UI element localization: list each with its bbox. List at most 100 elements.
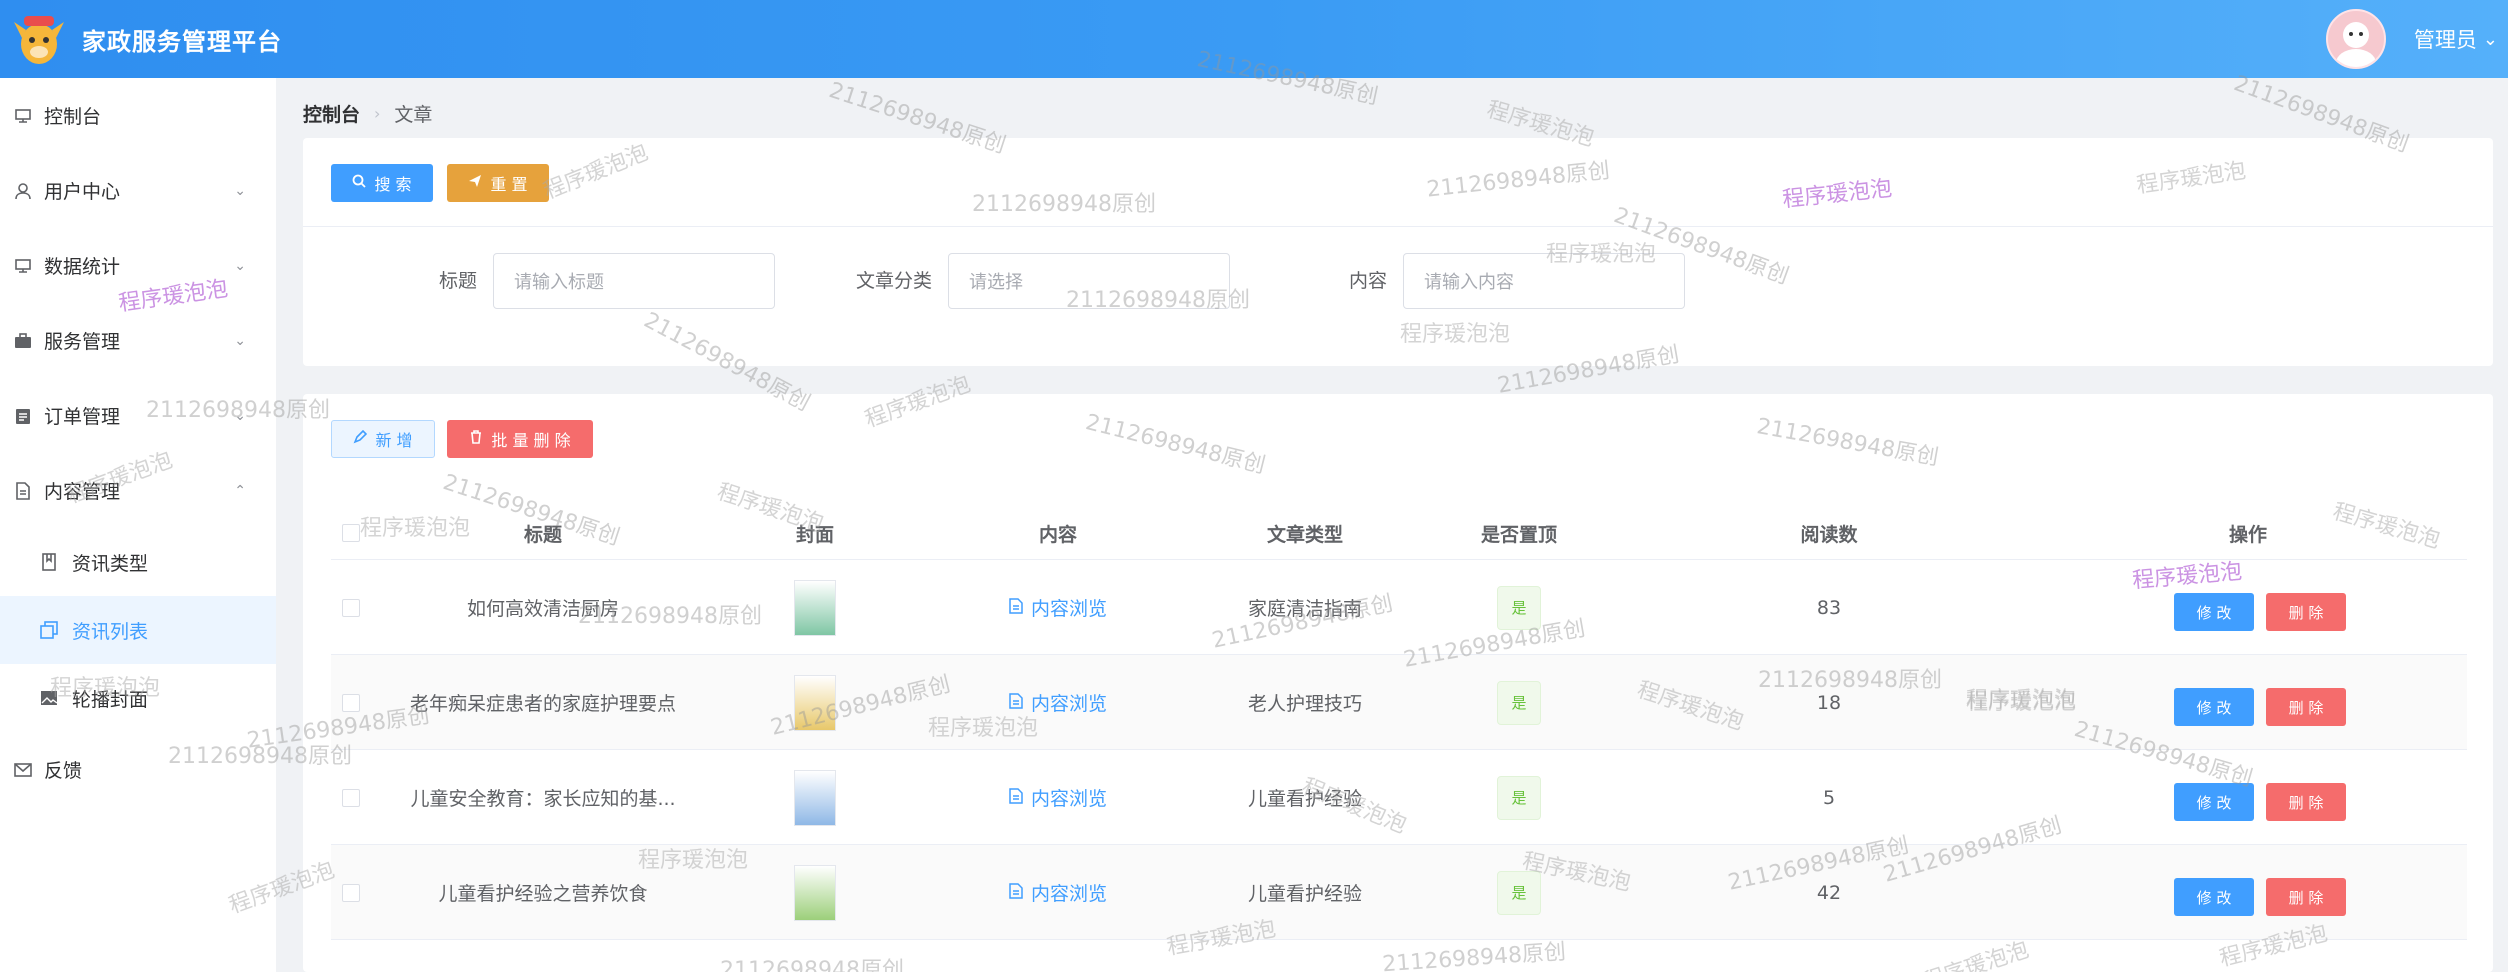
cover-image[interactable] xyxy=(794,579,836,636)
trash-icon xyxy=(469,430,483,448)
edit-button[interactable]: 修 改 xyxy=(2174,593,2254,631)
cover-image[interactable] xyxy=(794,769,836,826)
content-preview-link[interactable]: 内容浏览 xyxy=(1009,784,1107,811)
edit-button[interactable]: 修 改 xyxy=(2174,783,2254,821)
row-checkbox[interactable] xyxy=(342,598,360,617)
table-header: 标题 封面 内容 文章类型 是否置顶 阅读数 操作 xyxy=(331,506,2467,560)
copy-icon xyxy=(38,619,60,641)
sidebar-item-feedback[interactable]: 反馈 xyxy=(0,732,276,807)
table-row: 儿童看护经验之营养饮食 内容浏览 儿童看护经验 是 42 修 改删 除 xyxy=(331,845,2467,940)
avatar[interactable] xyxy=(2325,9,2386,69)
pinned-badge: 是 xyxy=(1497,585,1541,630)
divider xyxy=(303,226,2493,227)
row-type: 儿童看护经验 xyxy=(1247,883,1362,905)
sidebar-item-statistics[interactable]: 数据统计 ⌄ xyxy=(0,228,276,303)
content-preview-link[interactable]: 内容浏览 xyxy=(1009,594,1107,621)
content-input[interactable]: 请输入内容 xyxy=(1403,253,1685,309)
chevron-down-icon: ⌄ xyxy=(234,182,246,199)
cover-image[interactable] xyxy=(794,864,836,921)
search-icon xyxy=(352,174,367,192)
chevron-up-icon: ⌃ xyxy=(234,482,246,499)
search-panel: 搜 索 重 置 标题 请输入标题 文章分类 请选择 内容 请输入内容 xyxy=(303,138,2493,366)
sidebar-item-label: 反馈 xyxy=(44,760,83,782)
sidebar-item-dashboard[interactable]: 控制台 xyxy=(0,78,276,153)
admin-name[interactable]: 管理员 xyxy=(2414,24,2477,54)
send-icon xyxy=(468,174,482,192)
edit-button[interactable]: 修 改 xyxy=(2174,688,2254,726)
app-title: 家政服务管理平台 xyxy=(82,27,282,56)
edit-button[interactable]: 修 改 xyxy=(2174,878,2254,916)
sidebar-subitem-news-type[interactable]: 资讯类型 xyxy=(0,528,276,596)
sidebar-item-orders[interactable]: 订单管理 ⌄ xyxy=(0,378,276,453)
sidebar-item-label: 订单管理 xyxy=(44,406,121,428)
category-placeholder: 请选择 xyxy=(969,272,1023,293)
delete-button[interactable]: 删 除 xyxy=(2266,688,2346,726)
row-type: 儿童看护经验 xyxy=(1247,788,1362,810)
sidebar: 控制台 用户中心 ⌄ 数据统计 ⌄ 服务管理 ⌄ 订单管理 ⌄ 内容管理 ⌃ 资… xyxy=(0,78,276,972)
title-input[interactable]: 请输入标题 xyxy=(493,253,775,309)
content-placeholder: 请输入内容 xyxy=(1424,272,1514,293)
column-header-pinned: 是否置顶 xyxy=(1480,523,1557,546)
mail-icon xyxy=(12,759,34,781)
search-button[interactable]: 搜 索 xyxy=(331,164,433,202)
title-placeholder: 请输入标题 xyxy=(514,272,604,293)
row-reads: 42 xyxy=(1816,881,1842,904)
briefcase-icon xyxy=(12,330,34,352)
sidebar-item-label: 控制台 xyxy=(44,106,102,128)
sidebar-item-label: 服务管理 xyxy=(44,331,121,353)
sidebar-item-label: 用户中心 xyxy=(44,181,121,203)
edit-icon xyxy=(353,429,368,448)
chevron-down-icon[interactable]: ⌄ xyxy=(2483,29,2498,50)
table-row: 儿童安全教育：家长应知的基... 内容浏览 儿童看护经验 是 5 修 改删 除 xyxy=(331,750,2467,845)
title-label: 标题 xyxy=(439,270,478,292)
content-preview-label: 内容浏览 xyxy=(1030,788,1107,810)
add-button-label: 新 增 xyxy=(375,431,413,450)
chart-icon xyxy=(12,255,34,277)
sidebar-item-user-center[interactable]: 用户中心 ⌄ xyxy=(0,153,276,228)
chevron-down-icon: ⌄ xyxy=(234,332,246,349)
batch-delete-button[interactable]: 批 量 删 除 xyxy=(447,420,593,458)
delete-button[interactable]: 删 除 xyxy=(2266,593,2346,631)
sidebar-item-service[interactable]: 服务管理 ⌄ xyxy=(0,303,276,378)
chevron-down-icon: ⌄ xyxy=(234,407,246,424)
search-button-label: 搜 索 xyxy=(374,175,412,194)
document-icon xyxy=(1009,787,1023,809)
row-title: 儿童看护经验之营养饮食 xyxy=(438,883,648,905)
sidebar-subitem-carousel[interactable]: 轮播封面 xyxy=(0,664,276,732)
breadcrumb-current: 文章 xyxy=(394,104,433,126)
sidebar-item-content[interactable]: 内容管理 ⌃ xyxy=(0,453,276,528)
row-checkbox[interactable] xyxy=(342,883,360,902)
chevron-right-icon: › xyxy=(374,104,381,123)
batch-delete-button-label: 批 量 删 除 xyxy=(491,431,571,450)
content-preview-link[interactable]: 内容浏览 xyxy=(1009,689,1107,716)
content-preview-link[interactable]: 内容浏览 xyxy=(1009,879,1107,906)
column-header-content: 内容 xyxy=(1038,523,1077,546)
table-row: 如何高效清洁厨房 内容浏览 家庭清洁指南 是 83 修 改删 除 xyxy=(331,560,2467,655)
breadcrumb: 控制台 › 文章 xyxy=(303,100,432,127)
column-header-title: 标题 xyxy=(523,523,562,546)
pinned-badge: 是 xyxy=(1497,870,1541,915)
content-preview-label: 内容浏览 xyxy=(1030,693,1107,715)
row-checkbox[interactable] xyxy=(342,693,360,712)
document-icon xyxy=(1009,597,1023,619)
reset-button-label: 重 置 xyxy=(490,175,528,194)
sidebar-item-label: 数据统计 xyxy=(44,256,121,278)
delete-button[interactable]: 删 除 xyxy=(2266,783,2346,821)
row-checkbox[interactable] xyxy=(342,788,360,807)
sidebar-subitem-news-list[interactable]: 资讯列表 xyxy=(0,596,276,664)
delete-button[interactable]: 删 除 xyxy=(2266,878,2346,916)
pinned-badge: 是 xyxy=(1497,775,1541,820)
row-reads: 83 xyxy=(1816,596,1842,619)
reset-button[interactable]: 重 置 xyxy=(447,164,549,202)
breadcrumb-root[interactable]: 控制台 xyxy=(303,100,360,127)
user-icon xyxy=(12,180,34,202)
cover-image[interactable] xyxy=(794,674,836,731)
select-all-checkbox[interactable] xyxy=(342,524,360,542)
book-icon xyxy=(38,551,60,573)
sidebar-item-label: 资讯类型 xyxy=(72,552,149,575)
sidebar-item-label: 轮播封面 xyxy=(72,688,149,711)
add-button[interactable]: 新 增 xyxy=(331,420,435,458)
dashboard-icon xyxy=(12,105,34,127)
category-select[interactable]: 请选择 xyxy=(948,253,1230,309)
row-type: 老人护理技巧 xyxy=(1247,693,1362,715)
